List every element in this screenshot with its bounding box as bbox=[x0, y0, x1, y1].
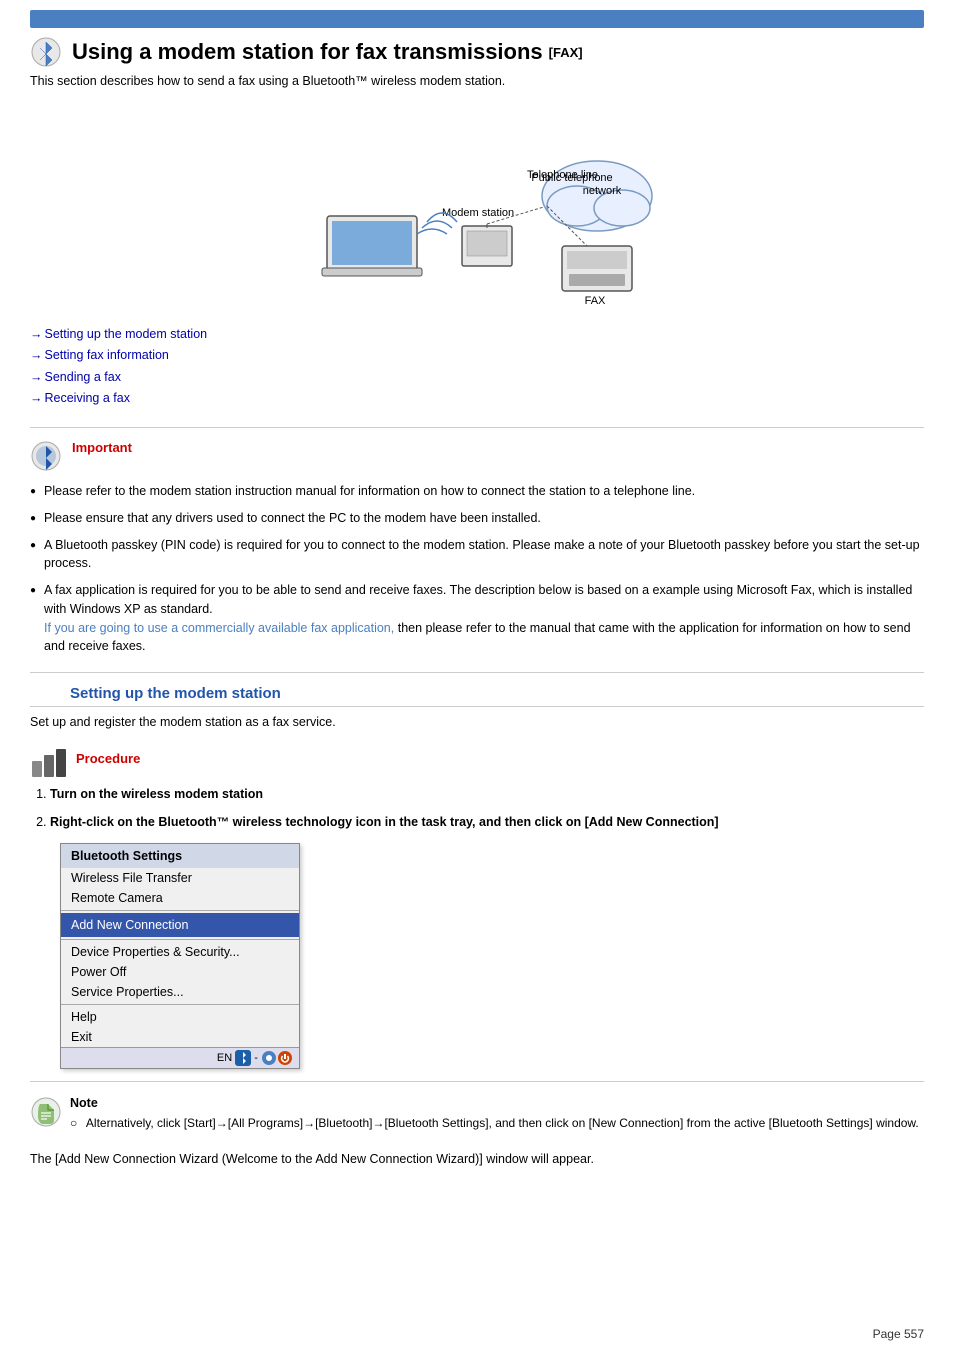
note-box: Note Alternatively, click [Start]→[All P… bbox=[30, 1096, 924, 1132]
section-heading: Setting up the modem station bbox=[30, 685, 924, 707]
step-2-text: Right-click on the Bluetooth™ wireless t… bbox=[50, 815, 719, 829]
page-title: Using a modem station for fax transmissi… bbox=[72, 39, 543, 65]
important-box: Important bbox=[30, 440, 924, 472]
taskbar-en: EN bbox=[217, 1052, 232, 1064]
menu-separator-2 bbox=[61, 939, 299, 940]
wizard-text: The [Add New Connection Wizard (Welcome … bbox=[30, 1152, 924, 1166]
step-1-text: Turn on the wireless modem station bbox=[50, 787, 263, 801]
note-content-area: Note Alternatively, click [Start]→[All P… bbox=[70, 1096, 919, 1132]
important-label: Important bbox=[72, 440, 132, 455]
taskbar-row: EN - bbox=[61, 1047, 299, 1068]
taskbar-power-icon bbox=[277, 1050, 293, 1066]
divider-3 bbox=[30, 1081, 924, 1082]
fax-label: FAX bbox=[585, 295, 606, 306]
bullet-item-4: A fax application is required for you to… bbox=[30, 581, 924, 656]
menu-item-wireless[interactable]: Wireless File Transfer bbox=[61, 868, 299, 888]
procedure-icon bbox=[30, 743, 66, 779]
bluetooth-title-icon bbox=[30, 36, 62, 68]
procedure-box: Procedure bbox=[30, 743, 924, 779]
step-1: Turn on the wireless modem station bbox=[50, 787, 924, 801]
nav-link-setting-up[interactable]: Setting up the modem station bbox=[30, 324, 924, 345]
important-icon bbox=[30, 440, 62, 472]
context-menu: Bluetooth Settings Wireless File Transfe… bbox=[60, 843, 300, 1069]
bullet-item-2: Please ensure that any drivers used to c… bbox=[30, 509, 924, 528]
menu-item-exit[interactable]: Exit bbox=[61, 1027, 299, 1047]
taskbar-settings-icon bbox=[261, 1050, 277, 1066]
nav-link-setting-fax[interactable]: Setting fax information bbox=[30, 345, 924, 366]
page-number: Page 557 bbox=[873, 1327, 924, 1341]
subtitle: This section describes how to send a fax… bbox=[30, 74, 924, 88]
diagram-area: Telephone line Modem station Public tele… bbox=[30, 106, 924, 306]
bullet-item-3: A Bluetooth passkey (PIN code) is requir… bbox=[30, 536, 924, 574]
bullet-list: Please refer to the modem station instru… bbox=[30, 482, 924, 656]
page-title-row: Using a modem station for fax transmissi… bbox=[30, 36, 924, 68]
diagram-svg: Telephone line Modem station Public tele… bbox=[267, 106, 687, 306]
page-container: Using a modem station for fax transmissi… bbox=[0, 0, 954, 1351]
step-2: Right-click on the Bluetooth™ wireless t… bbox=[50, 815, 924, 829]
steps-list: Turn on the wireless modem station Right… bbox=[50, 787, 924, 829]
section-desc: Set up and register the modem station as… bbox=[30, 715, 924, 729]
menu-separator-3 bbox=[61, 1004, 299, 1005]
public-telephone-label: Public telephone bbox=[531, 172, 612, 184]
procedure-label: Procedure bbox=[76, 751, 140, 766]
note-label: Note bbox=[70, 1096, 919, 1110]
bullet-item-1: Please refer to the modem station instru… bbox=[30, 482, 924, 501]
top-bar bbox=[30, 10, 924, 28]
nav-link-sending[interactable]: Sending a fax bbox=[30, 367, 924, 388]
nav-links: Setting up the modem station Setting fax… bbox=[30, 324, 924, 409]
menu-item-camera[interactable]: Remote Camera bbox=[61, 888, 299, 908]
nav-link-receiving[interactable]: Receiving a fax bbox=[30, 388, 924, 409]
menu-item-power-off[interactable]: Power Off bbox=[61, 962, 299, 982]
note-content: Alternatively, click [Start]→[All Progra… bbox=[70, 1114, 919, 1132]
fax-badge: [FAX] bbox=[549, 45, 583, 60]
menu-item-help[interactable]: Help bbox=[61, 1007, 299, 1027]
divider-1 bbox=[30, 427, 924, 428]
menu-item-device-props[interactable]: Device Properties & Security... bbox=[61, 942, 299, 962]
taskbar-bluetooth-icon bbox=[235, 1050, 251, 1066]
divider-2 bbox=[30, 672, 924, 673]
menu-separator-1 bbox=[61, 910, 299, 911]
note-icon bbox=[30, 1096, 62, 1128]
menu-item-service-props[interactable]: Service Properties... bbox=[61, 982, 299, 1002]
menu-header: Bluetooth Settings bbox=[61, 844, 299, 868]
fax-app-link[interactable]: If you are going to use a commercially a… bbox=[44, 621, 394, 635]
important-content: Important bbox=[72, 440, 132, 461]
note-bullet: Alternatively, click [Start]→[All Progra… bbox=[70, 1116, 919, 1130]
network-label: network bbox=[583, 185, 622, 197]
menu-item-add-connection[interactable]: Add New Connection bbox=[61, 913, 299, 937]
